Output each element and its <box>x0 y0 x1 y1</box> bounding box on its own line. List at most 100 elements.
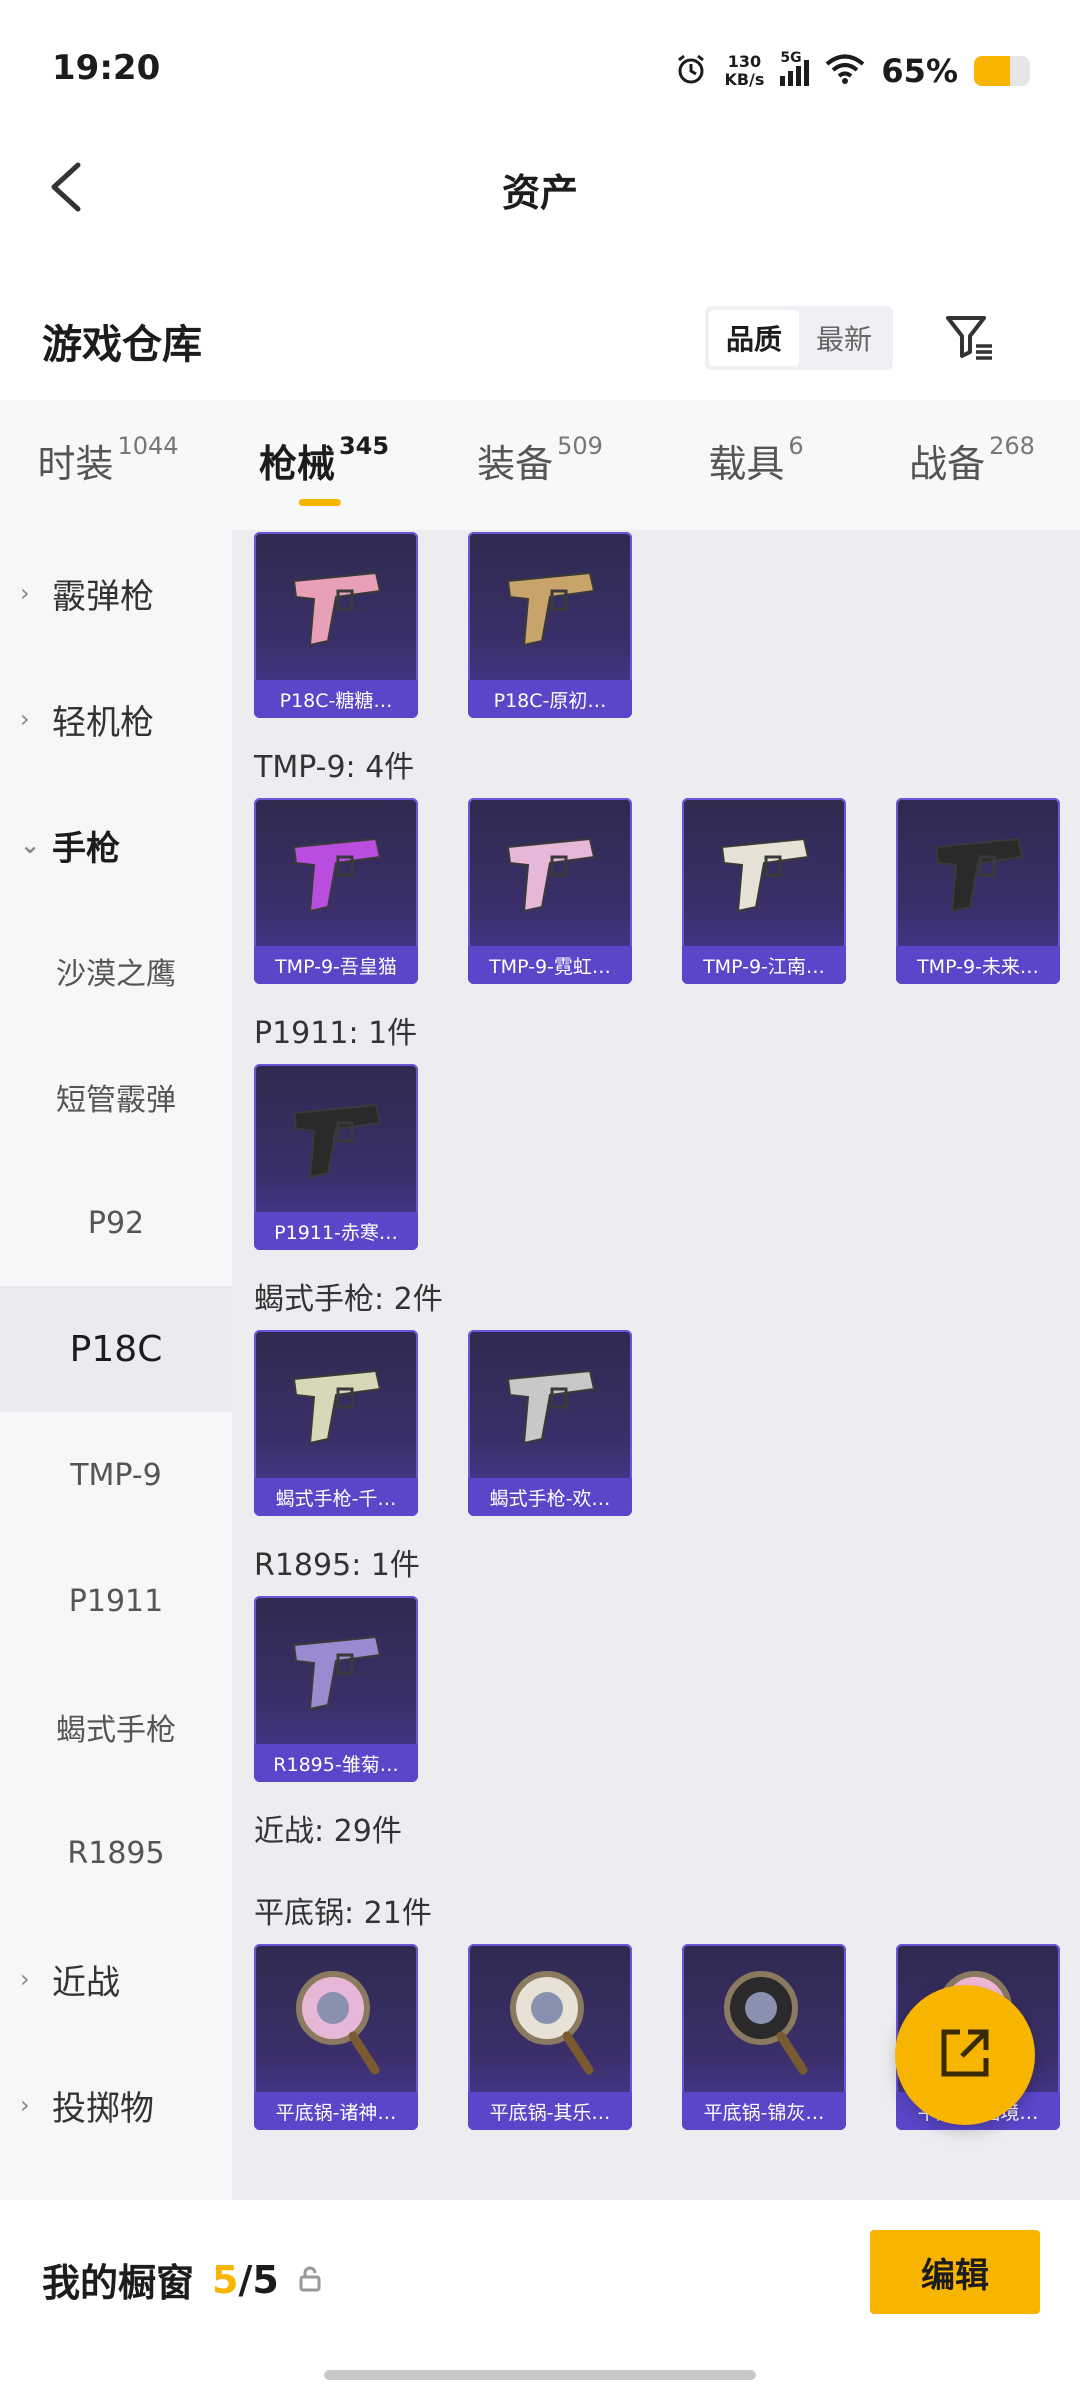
gun-icon <box>468 532 632 680</box>
pan-icon <box>254 1944 418 2092</box>
item-name: 平底锅-其乐… <box>468 2092 632 2130</box>
tab-label: 枪械 <box>258 441 335 486</box>
item-name: P18C-糖糖… <box>254 680 418 718</box>
tab-4[interactable]: 战备 268 <box>864 400 1080 530</box>
chevron-right-icon: › <box>20 1965 30 1993</box>
sidebar-item[interactable]: 蝎式手枪 <box>0 1664 232 1790</box>
status-icons: 130 KB/s 5G 65% <box>674 50 1030 90</box>
item-name: P1911-赤寒… <box>254 1212 418 1250</box>
tab-0[interactable]: 时装 1044 <box>0 400 216 530</box>
battery-fill <box>974 56 1011 86</box>
net-speed-unit: KB/s <box>724 70 765 89</box>
gun-icon <box>682 798 846 946</box>
sidebar-item[interactable]: › 投掷物 <box>0 2042 232 2168</box>
item-card[interactable]: R1895-雏菊… <box>254 1596 418 1782</box>
sidebar-item[interactable]: ⌄ 手枪 <box>0 782 232 908</box>
showcase-count-current: 5 <box>212 2257 239 2302</box>
tab-label: 时装 <box>37 441 114 486</box>
item-card[interactable]: TMP-9-霓虹… <box>468 798 632 984</box>
sidebar-item[interactable]: 短管霰弹 <box>0 1034 232 1160</box>
tab-count: 345 <box>338 432 390 460</box>
item-card[interactable]: TMP-9-未来… <box>896 798 1060 984</box>
sidebar-item-label: 投掷物 <box>52 2088 154 2129</box>
pan-icon <box>682 1944 846 2092</box>
item-card[interactable]: P1911-赤寒… <box>254 1064 418 1250</box>
sidebar: › 霰弹枪 › 轻机枪 ⌄ 手枪 沙漠之鹰 短管霰弹 P92 P18C TMP-9 P1911 蝎式手枪… <box>0 530 232 2200</box>
gun-icon <box>468 1330 632 1478</box>
sort-option-newest[interactable]: 最新 <box>799 310 889 366</box>
net-speed-value: 130 <box>727 52 762 71</box>
item-name: TMP-9-吾皇猫 <box>254 946 418 984</box>
sidebar-item[interactable]: P1911 <box>0 1538 232 1664</box>
bottom-bar: 我的橱窗 5/5 编辑 <box>0 2200 1080 2400</box>
item-name: 蝎式手枪-欢… <box>468 1478 632 1516</box>
wifi-icon <box>825 53 865 89</box>
group-label: R1895: 1件 <box>254 1548 420 1583</box>
showcase-count: 5/5 <box>212 2258 279 2302</box>
sidebar-item[interactable]: P18C <box>0 1286 232 1412</box>
sidebar-item-label: 短管霰弹 <box>56 1083 176 1118</box>
tab-2[interactable]: 装备 509 <box>432 400 648 530</box>
sidebar-item[interactable]: R1895 <box>0 1790 232 1916</box>
lock-icon[interactable] <box>297 2258 323 2302</box>
network-type: 5G <box>780 50 802 66</box>
group-label: P1911: 1件 <box>254 1016 418 1051</box>
item-card[interactable]: 蝎式手枪-欢… <box>468 1330 632 1516</box>
sidebar-item[interactable]: › 霰弹枪 <box>0 530 232 656</box>
item-name: TMP-9-未来… <box>896 946 1060 984</box>
sidebar-item-label: 轻机枪 <box>52 702 154 743</box>
sidebar-item-label: P18C <box>69 1328 163 1370</box>
item-name: 平底锅-诸神… <box>254 2092 418 2130</box>
status-bar: 19:20 130 KB/s 5G 65% <box>0 0 1080 140</box>
showcase-label: 我的橱窗 5/5 <box>42 2252 323 2307</box>
gun-icon <box>254 1064 418 1212</box>
chevron-right-icon: › <box>20 579 30 607</box>
item-card[interactable]: 平底锅-诸神… <box>254 1944 418 2130</box>
item-name: R1895-雏菊… <box>254 1744 418 1782</box>
chevron-right-icon: › <box>20 2091 30 2119</box>
tab-3[interactable]: 载具 6 <box>648 400 864 530</box>
sidebar-item[interactable]: P92 <box>0 1160 232 1286</box>
sort-toggle: 品质 最新 <box>705 306 893 370</box>
item-card[interactable]: 蝎式手枪-千… <box>254 1330 418 1516</box>
chevron-right-icon: › <box>20 705 30 733</box>
item-name: 平底锅-锦灰… <box>682 2092 846 2130</box>
cellular-signal-icon: 5G <box>780 50 810 86</box>
alarm-icon <box>674 52 708 90</box>
sidebar-item[interactable]: TMP-9 <box>0 1412 232 1538</box>
sidebar-item[interactable]: 沙漠之鹰 <box>0 908 232 1034</box>
group-label: TMP-9: 4件 <box>254 750 415 785</box>
item-card[interactable]: 平底锅-锦灰… <box>682 1944 846 2130</box>
item-grid: P18C-糖糖… P18C-原初… TMP-9: 4件 TMP-9-吾皇猫 TMP-9-… <box>232 530 1080 2200</box>
item-card[interactable]: TMP-9-吾皇猫 <box>254 798 418 984</box>
sidebar-item[interactable]: › 近战 <box>0 1916 232 2042</box>
warehouse-title: 游戏仓库 <box>42 322 202 368</box>
tab-1[interactable]: 枪械 345 <box>216 400 432 530</box>
sidebar-item-label: 手枪 <box>52 828 120 869</box>
warehouse-row: 游戏仓库 品质 最新 <box>0 300 1080 380</box>
tab-count: 6 <box>788 432 804 460</box>
tab-count: 268 <box>989 432 1035 460</box>
item-card[interactable]: 平底锅-其乐… <box>468 1944 632 2130</box>
pan-icon <box>468 1944 632 2092</box>
sort-option-quality[interactable]: 品质 <box>709 310 799 366</box>
sidebar-item-label: R1895 <box>67 1835 165 1871</box>
sidebar-item[interactable]: › 轻机枪 <box>0 656 232 782</box>
gun-icon <box>254 1596 418 1744</box>
gun-icon <box>896 798 1060 946</box>
battery-percent: 65% <box>881 52 958 90</box>
gun-icon <box>468 798 632 946</box>
item-card[interactable]: P18C-原初… <box>468 532 632 718</box>
share-icon <box>936 2024 994 2086</box>
tab-count: 509 <box>557 432 603 460</box>
gun-icon <box>254 532 418 680</box>
edit-button[interactable]: 编辑 <box>870 2230 1040 2314</box>
item-card[interactable]: TMP-9-江南… <box>682 798 846 984</box>
filter-icon <box>944 312 996 368</box>
sidebar-item-label: P92 <box>87 1205 145 1241</box>
filter-button[interactable] <box>940 310 1000 370</box>
share-fab-button[interactable] <box>895 1985 1035 2125</box>
chevron-down-icon: ⌄ <box>20 831 41 859</box>
page-title: 资产 <box>501 171 578 215</box>
item-card[interactable]: P18C-糖糖… <box>254 532 418 718</box>
